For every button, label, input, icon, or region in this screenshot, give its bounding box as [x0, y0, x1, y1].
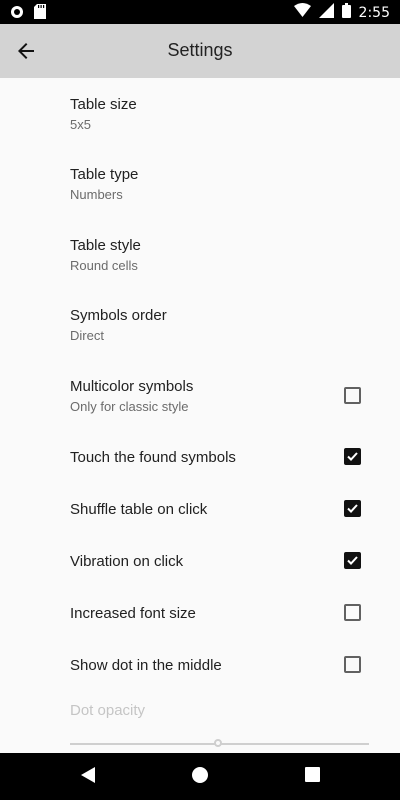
clock: 2:55 — [358, 5, 390, 21]
pref-title: Table style — [70, 237, 141, 254]
pref-summary: Round cells — [70, 258, 138, 273]
pref-title: Table type — [70, 166, 139, 183]
settings-list: Table size 5x5 Table type Numbers Table … — [0, 78, 400, 753]
status-bar: 2:55 — [0, 0, 400, 24]
checkmark-icon — [347, 452, 358, 461]
checkmark-icon — [347, 504, 358, 513]
multicolor-symbols-checkbox[interactable] — [344, 387, 361, 404]
pref-title: Symbols order — [70, 307, 167, 324]
pref-summary: 5x5 — [70, 117, 91, 132]
triangle-back-icon — [81, 767, 95, 783]
wifi-icon — [293, 3, 311, 23]
page-title: Settings — [167, 40, 233, 60]
navigation-bar — [0, 753, 400, 800]
increased-font-checkbox[interactable] — [344, 604, 361, 621]
shuffle-table-checkbox[interactable] — [344, 500, 361, 517]
checkmark-icon — [347, 556, 358, 565]
pref-table-type[interactable]: Table type Numbers — [70, 166, 400, 202]
pref-table-size[interactable]: Table size 5x5 — [70, 96, 400, 132]
nav-back-button[interactable] — [80, 766, 96, 789]
nav-recents-button[interactable] — [305, 767, 320, 787]
pref-title: Dot opacity — [70, 702, 146, 719]
dot-opacity-slider[interactable] — [70, 736, 369, 752]
record-icon — [10, 5, 24, 24]
app-bar: Settings — [0, 24, 400, 78]
pref-summary: Direct — [70, 328, 104, 343]
pref-table-style[interactable]: Table style Round cells — [70, 237, 400, 273]
pref-dot-opacity: Dot opacity — [70, 702, 400, 719]
slider-thumb[interactable] — [213, 739, 222, 747]
touch-found-symbols-checkbox[interactable] — [344, 448, 361, 465]
battery-icon — [341, 3, 351, 23]
pref-title: Table size — [70, 96, 137, 113]
square-recents-icon — [305, 767, 320, 782]
signal-icon — [318, 3, 334, 23]
show-dot-checkbox[interactable] — [344, 656, 361, 673]
vibration-checkbox[interactable] — [344, 552, 361, 569]
nav-home-button[interactable] — [191, 766, 209, 789]
sd-card-icon — [34, 4, 46, 24]
circle-home-icon — [192, 767, 208, 783]
pref-symbols-order[interactable]: Symbols order Direct — [70, 307, 400, 343]
pref-summary: Numbers — [70, 187, 123, 202]
